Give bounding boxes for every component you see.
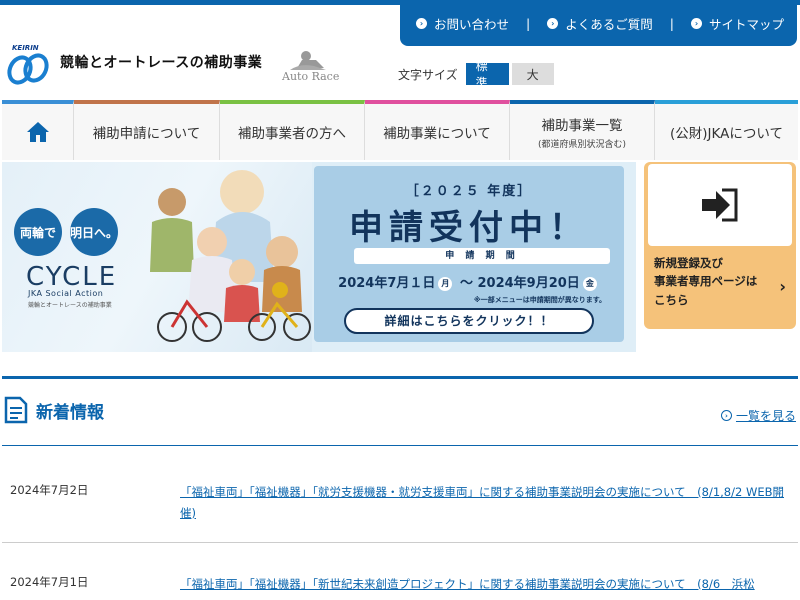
nav-item-sublabel: (都道府県別状況含む) — [537, 140, 627, 150]
period-note: ※一部メニューは申請期間が異なります。 — [473, 296, 606, 304]
slogan-circle-right: 明日へ。 — [70, 208, 118, 256]
hero-banner[interactable]: 両輪で 明日へ。 CYCLE JKA Social Action 競輪とオートレ… — [2, 162, 636, 352]
new-registration-text: 新規登録及び 事業者専用ページは こちら — [654, 254, 757, 309]
new-registration-line3: こちら — [654, 292, 689, 307]
news-top-rule — [2, 376, 798, 379]
news-row-divider — [2, 542, 798, 543]
nav-item-about-jka[interactable]: (公財)JKAについて — [655, 100, 798, 160]
font-size-standard-button[interactable]: 標準 — [465, 59, 509, 90]
start-date: 2024年7月１日 — [338, 276, 436, 291]
separator: | — [526, 15, 531, 31]
cycle-title: CYCLE — [26, 262, 118, 292]
nav-item-label: (公財)JKAについて — [670, 126, 783, 142]
login-arrow-icon — [702, 188, 738, 222]
document-icon — [4, 396, 28, 424]
separator: | — [669, 15, 674, 31]
news-date: 2024年7月1日 — [10, 575, 89, 589]
autorace-text: Auto Race — [282, 70, 340, 83]
application-period-label: 申 請 期 間 — [354, 248, 610, 264]
chevron-right-icon: › — [779, 277, 786, 296]
sitemap-link[interactable]: › サイトマップ — [690, 14, 784, 33]
new-registration-line2: 事業者専用ページは — [654, 274, 758, 289]
application-panel: ［２０２５ 年度］ 申請受付中！ 申 請 期 間 2024年7月１日月 ～ 20… — [314, 166, 624, 342]
news-link[interactable]: 「福祉車両」「福祉機器」「新世紀未来創造プロジェクト」に関する補助事業説明会の実… — [180, 574, 792, 595]
news-title: 新着情報 — [36, 402, 104, 423]
nav-item-application[interactable]: 補助申請について — [74, 100, 220, 160]
nav-item-label: 補助申請について — [92, 126, 201, 142]
faq-link[interactable]: › よくあるご質問 — [547, 14, 653, 33]
nav-item-label: 補助事業者の方へ — [238, 126, 346, 142]
news-link[interactable]: 「福祉車両」「福祉機器」「就労支援機器・就労支援車両」に関する補助事業説明会の実… — [180, 482, 792, 523]
cycle-illustration: 両輪で 明日へ。 CYCLE JKA Social Action 競輪とオートレ… — [2, 162, 312, 352]
end-date: 2024年9月20日 — [477, 276, 580, 291]
cycle-subtitle-jp: 競輪とオートレースの補助事業 — [28, 302, 112, 309]
faq-link-label: よくあるご質問 — [565, 16, 653, 32]
font-size-large-button[interactable]: 大 — [511, 63, 554, 85]
slogan-circle-left: 両輪で — [14, 208, 62, 256]
nav-item-label: 補助事業について — [383, 126, 491, 142]
chevron-right-circle-icon: › — [547, 17, 559, 29]
keirin-badge: KEIRIN — [12, 44, 39, 52]
nav-item-label: 補助事業一覧 — [541, 118, 623, 134]
contact-link[interactable]: › お問い合わせ — [416, 14, 509, 33]
start-day-badge: 月 — [438, 276, 453, 291]
nav-item-for-operators[interactable]: 補助事業者の方へ — [220, 100, 365, 160]
fiscal-year: ［２０２５ 年度］ — [405, 184, 533, 199]
nav-item-project-list[interactable]: 補助事業一覧 (都道府県別状況含む) — [510, 100, 655, 160]
end-day-badge: 金 — [582, 276, 597, 291]
application-dates: 2024年7月１日月 ～ 2024年9月20日金 — [314, 272, 624, 291]
new-registration-card[interactable]: 新規登録及び 事業者専用ページは こちら › — [644, 162, 796, 329]
site-title: 競輪とオートレースの補助事業 — [60, 55, 263, 71]
contact-link-label: お問い合わせ — [434, 16, 510, 32]
news-more-link[interactable]: › 一覧を見る — [720, 407, 796, 424]
chevron-right-circle-icon: › — [690, 17, 702, 29]
utility-nav: › お問い合わせ | › よくあるご質問 | › サイトマップ — [400, 0, 797, 46]
main-nav: 補助申請について 補助事業者の方へ 補助事業について 補助事業一覧 (都道府県別… — [2, 100, 798, 160]
sitemap-link-label: サイトマップ — [708, 16, 784, 32]
news-header: 新着情報 — [4, 396, 104, 424]
font-size-switcher: 文字サイズ 標準 大 — [398, 59, 557, 90]
new-registration-icon-box — [648, 164, 792, 246]
cycle-subtitle: JKA Social Action — [28, 289, 104, 298]
motorcycle-icon — [290, 51, 326, 70]
application-headline: 申請受付中！ — [349, 208, 589, 248]
chevron-right-circle-icon: › — [720, 410, 732, 421]
site-logo[interactable]: KEIRIN 競輪とオートレースの補助事業 — [4, 44, 262, 86]
nav-item-about-projects[interactable]: 補助事業について — [365, 100, 510, 160]
news-more-label[interactable]: 一覧を見る — [736, 407, 796, 424]
details-cta-button[interactable]: 詳細はこちらをクリック！！ — [344, 308, 594, 334]
keirin-logo-mark: KEIRIN — [4, 44, 54, 86]
people-illustration — [150, 170, 311, 342]
nav-home[interactable] — [2, 100, 74, 160]
news-date: 2024年7月2日 — [10, 483, 89, 497]
date-separator: ～ — [459, 276, 473, 291]
new-registration-line1: 新規登録及び — [654, 256, 723, 270]
chevron-right-circle-icon: › — [416, 17, 427, 29]
home-icon — [26, 122, 49, 142]
news-header-rule — [2, 445, 798, 446]
autorace-logo[interactable]: Auto Race — [280, 48, 346, 86]
font-size-label: 文字サイズ — [398, 67, 458, 82]
